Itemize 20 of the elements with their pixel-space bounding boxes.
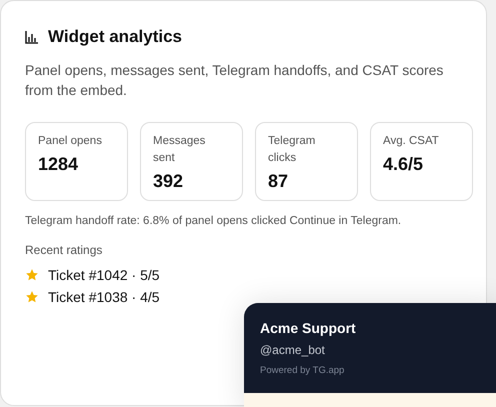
ratings-heading: Recent ratings <box>25 243 104 257</box>
rating-text: Ticket #1042 · 5/5 <box>48 267 160 283</box>
metric-value: 87 <box>268 171 290 192</box>
metric-label: Avg. CSAT <box>383 134 440 149</box>
star-icon <box>25 290 39 304</box>
metric-label: Panel opens <box>38 134 103 149</box>
metric-label: Messages sent <box>153 134 206 166</box>
rating-text: Ticket #1038 · 4/5 <box>48 289 160 305</box>
star-icon <box>25 268 39 282</box>
metric-value: 4.6/5 <box>383 154 424 175</box>
widget-title: Acme Support <box>260 320 357 336</box>
bot-handle: @acme_bot <box>260 343 326 357</box>
metric-value: 1284 <box>38 154 80 175</box>
card-description: Panel opens, messages sent, Telegram handoffs, and CSAT scores from the embed. <box>25 61 444 100</box>
bar-chart-icon <box>25 30 39 44</box>
card-title: Widget analytics <box>48 27 182 47</box>
metric-label: Telegram clicks <box>268 134 316 166</box>
metric-value: 392 <box>153 171 184 192</box>
handoff-note: Telegram handoff rate: 6.8% of panel opens clicked Continue in Telegram. <box>25 215 402 227</box>
powered-by-text: Powered by TG.app <box>260 365 346 376</box>
